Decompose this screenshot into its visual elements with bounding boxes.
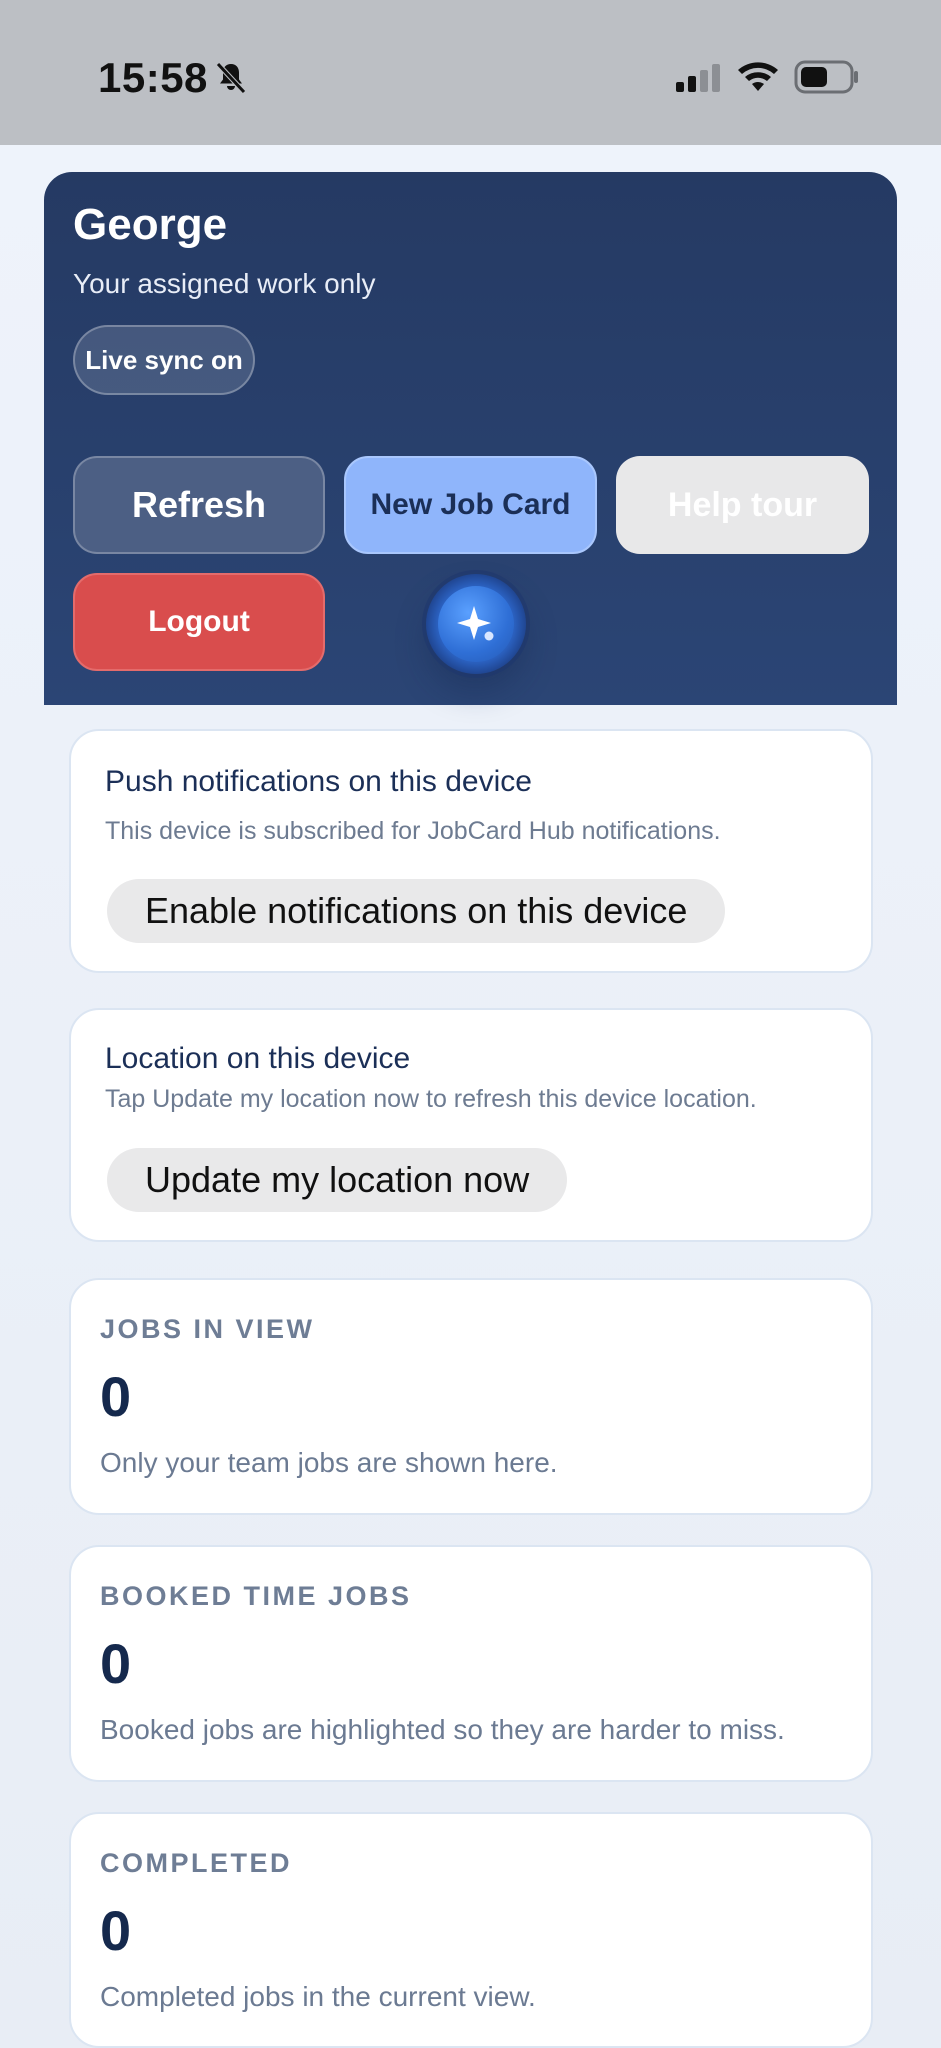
stat-label: JOBS IN VIEW: [100, 1314, 315, 1344]
status-bar: 15:58: [0, 0, 941, 145]
wifi-icon: [738, 62, 778, 91]
stat-value: 0: [100, 1365, 132, 1428]
location-description: Tap Update my location now to refresh th…: [105, 1085, 757, 1113]
push-notifications-description: This device is subscribed for JobCard Hu…: [105, 817, 721, 845]
stat-value: 0: [100, 1899, 132, 1962]
status-time: 15:58: [98, 54, 208, 101]
assistant-button[interactable]: [426, 574, 526, 674]
sparkle-icon: [457, 606, 494, 641]
stat-label: BOOKED TIME JOBS: [100, 1581, 412, 1611]
header-subtitle: Your assigned work only: [73, 268, 376, 299]
stat-value: 0: [100, 1632, 132, 1695]
stat-card-completed: COMPLETED 0 Completed jobs in the curren…: [69, 1812, 873, 2048]
help-tour-button[interactable]: Help tour: [616, 456, 869, 554]
battery-icon: [794, 60, 858, 94]
stat-description: Booked jobs are highlighted so they are …: [100, 1714, 785, 1745]
refresh-button[interactable]: Refresh: [73, 456, 325, 554]
enable-notifications-button[interactable]: Enable notifications on this device: [107, 879, 726, 943]
new-job-card-button[interactable]: New Job Card: [344, 456, 597, 554]
location-card: Location on this device Tap Update my lo…: [69, 1008, 873, 1242]
update-location-button[interactable]: Update my location now: [107, 1148, 568, 1212]
stat-label: COMPLETED: [100, 1848, 293, 1878]
assistant-inner: [438, 586, 514, 662]
location-heading: Location on this device: [105, 1042, 411, 1075]
live-sync-badge: Live sync on: [73, 325, 255, 395]
stat-card-booked-time-jobs: BOOKED TIME JOBS 0 Booked jobs are highl…: [69, 1545, 873, 1782]
header-card: George Your assigned work only Live sync…: [44, 172, 897, 705]
stat-description: Completed jobs in the current view.: [100, 1981, 536, 2012]
push-notifications-heading: Push notifications on this device: [105, 765, 532, 798]
stat-description: Only your team jobs are shown here.: [100, 1447, 558, 1478]
bell-slash-icon: [216, 62, 246, 94]
user-name-title: George: [73, 200, 228, 249]
logout-button[interactable]: Logout: [73, 573, 325, 671]
push-notifications-card: Push notifications on this device This d…: [69, 729, 873, 973]
signal-icon: [676, 64, 720, 92]
stat-card-jobs-in-view: JOBS IN VIEW 0 Only your team jobs are s…: [69, 1278, 873, 1515]
